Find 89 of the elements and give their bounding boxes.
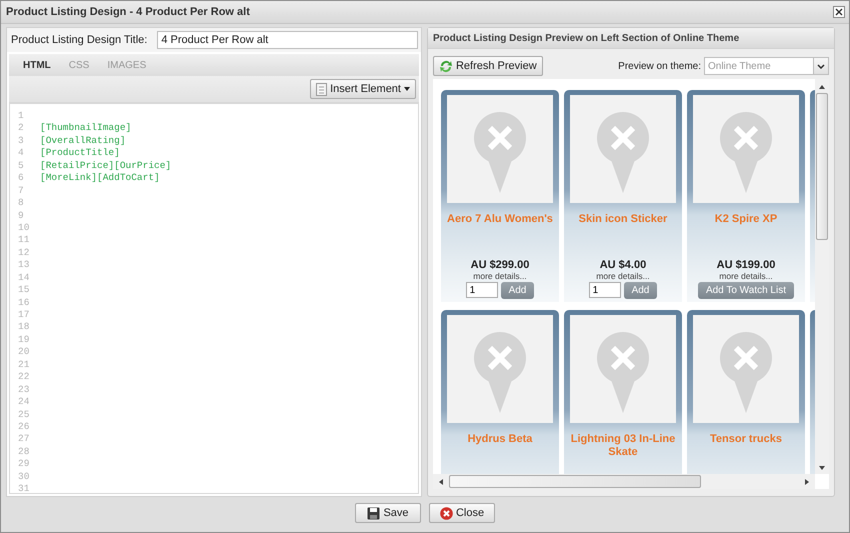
code-line: [ThumbnailImage] xyxy=(40,122,132,135)
refresh-preview-button[interactable]: Refresh Preview xyxy=(432,56,543,76)
line-number: 14 xyxy=(18,272,30,284)
code-line: [OverallRating] xyxy=(40,134,126,148)
button-label: Refresh Preview xyxy=(456,60,537,72)
caret-icon xyxy=(404,87,410,91)
line-number: 16 xyxy=(18,296,30,309)
line-number: 10 xyxy=(18,222,30,234)
close-icon xyxy=(440,506,453,520)
scroll-right-icon[interactable] xyxy=(805,478,809,484)
scroll-left-icon[interactable] xyxy=(438,478,443,484)
line-number: 25 xyxy=(18,408,30,421)
line-number: 19 xyxy=(18,334,30,346)
product-title[interactable]: Aero 7 Alu Women's xyxy=(447,213,553,253)
add-button[interactable]: Add xyxy=(500,282,534,299)
line-number: 28 xyxy=(18,446,30,458)
line-number: 18 xyxy=(18,321,30,334)
product-price: AU $299.00 xyxy=(470,259,530,271)
image-placeholder-icon xyxy=(692,95,799,203)
quantity-field[interactable]: 1 xyxy=(588,282,621,298)
line-number: 3 xyxy=(18,134,25,148)
line-number: 15 xyxy=(18,284,30,297)
line-number: 17 xyxy=(18,309,30,322)
panel-title: Product Listing Design Preview on Left Section of Online Theme xyxy=(432,32,740,44)
field-label: Product Listing Design Title: xyxy=(11,34,148,46)
product-title[interactable]: K2 Spire XP xyxy=(714,213,778,253)
add-button[interactable]: Add xyxy=(624,282,658,299)
code-line: [RetailPrice][OurPrice] xyxy=(40,160,172,172)
line-number: 7 xyxy=(18,184,25,198)
insert-element-button[interactable]: Insert Element xyxy=(310,79,416,99)
line-number: 21 xyxy=(18,358,30,372)
line-number: 11 xyxy=(18,234,30,247)
line-number: 29 xyxy=(18,458,30,471)
editor-tab[interactable]: HTML xyxy=(15,56,59,74)
refresh-icon xyxy=(438,60,453,72)
product-title[interactable]: Lightning 03 In-Line Skate xyxy=(570,433,676,473)
dropdown-button[interactable] xyxy=(813,57,829,75)
product-title[interactable]: Hydrus Beta xyxy=(468,433,532,473)
code-line: [MoreLink][AddToCart] xyxy=(40,172,160,185)
line-number: 13 xyxy=(18,259,30,272)
line-number: 4 xyxy=(18,147,25,160)
line-number: 6 xyxy=(18,172,25,185)
product-title[interactable]: Tensor trucks xyxy=(710,433,782,473)
line-number: 2 xyxy=(18,122,25,135)
theme-select[interactable]: Online Theme xyxy=(704,57,813,75)
line-number: 23 xyxy=(18,384,30,396)
image-placeholder-icon xyxy=(570,95,676,203)
line-number: 5 xyxy=(18,160,25,172)
line-number: 20 xyxy=(18,346,30,359)
image-placeholder-icon xyxy=(446,95,553,203)
close-button[interactable]: Close xyxy=(429,503,495,523)
line-number: 26 xyxy=(18,420,30,434)
image-placeholder-icon xyxy=(570,315,676,423)
horizontal-scrollbar[interactable] xyxy=(432,474,815,489)
line-number: 1 xyxy=(18,110,25,122)
image-placeholder-icon xyxy=(692,315,799,423)
close-icon[interactable] xyxy=(833,6,845,18)
document-icon xyxy=(316,82,328,96)
window-title: Product Listing Design - 4 Product Per Row alt xyxy=(6,6,250,18)
scroll-up-icon[interactable] xyxy=(819,85,825,89)
button-label: Save xyxy=(383,507,409,519)
line-number: 24 xyxy=(18,396,30,408)
line-number: 30 xyxy=(18,470,30,484)
editor-tab[interactable]: CSS xyxy=(60,56,98,74)
editor-tab[interactable]: IMAGES xyxy=(99,56,154,74)
line-number: 9 xyxy=(18,210,25,222)
product-price: AU $199.00 xyxy=(716,259,776,271)
image-placeholder-icon xyxy=(446,315,553,423)
theme-label: Preview on theme: xyxy=(618,60,701,72)
line-number: 31 xyxy=(18,483,30,493)
line-number: 8 xyxy=(18,197,25,210)
code-line: [ProductTitle] xyxy=(40,147,120,160)
line-number: 12 xyxy=(18,246,30,260)
button-label: Close xyxy=(456,507,484,519)
code-editor[interactable]: 1 2 [ThumbnailImage] 3 [OverallRating] 4 [ProductTitle] 5 [RetailPrice][OurPrice] 6 [MoreLink][AddToCart] 7 8 9 10 11 12 13 14 15 16 17 18 19 20 21 22 23 24 25 26 27 28 29 30 31 xyxy=(9,103,419,494)
product-price: AU $4.00 xyxy=(600,259,646,271)
line-number: 27 xyxy=(18,433,30,446)
more-details-link[interactable]: more details... xyxy=(719,271,773,281)
more-details-link[interactable]: more details... xyxy=(473,271,527,281)
line-number: 22 xyxy=(18,371,30,384)
button-label: Insert Element xyxy=(330,83,401,95)
save-button[interactable]: Save xyxy=(355,503,421,523)
quantity-field[interactable]: 1 xyxy=(466,282,498,298)
product-title[interactable]: Skin icon Sticker xyxy=(578,213,668,253)
chevron-down-icon xyxy=(817,64,825,68)
more-details-link[interactable]: more details... xyxy=(596,271,650,281)
scroll-down-icon[interactable] xyxy=(819,466,825,470)
title-field[interactable]: 4 Product Per Row alt xyxy=(157,31,418,49)
watch-list-button[interactable]: Add To Watch List xyxy=(698,282,794,299)
